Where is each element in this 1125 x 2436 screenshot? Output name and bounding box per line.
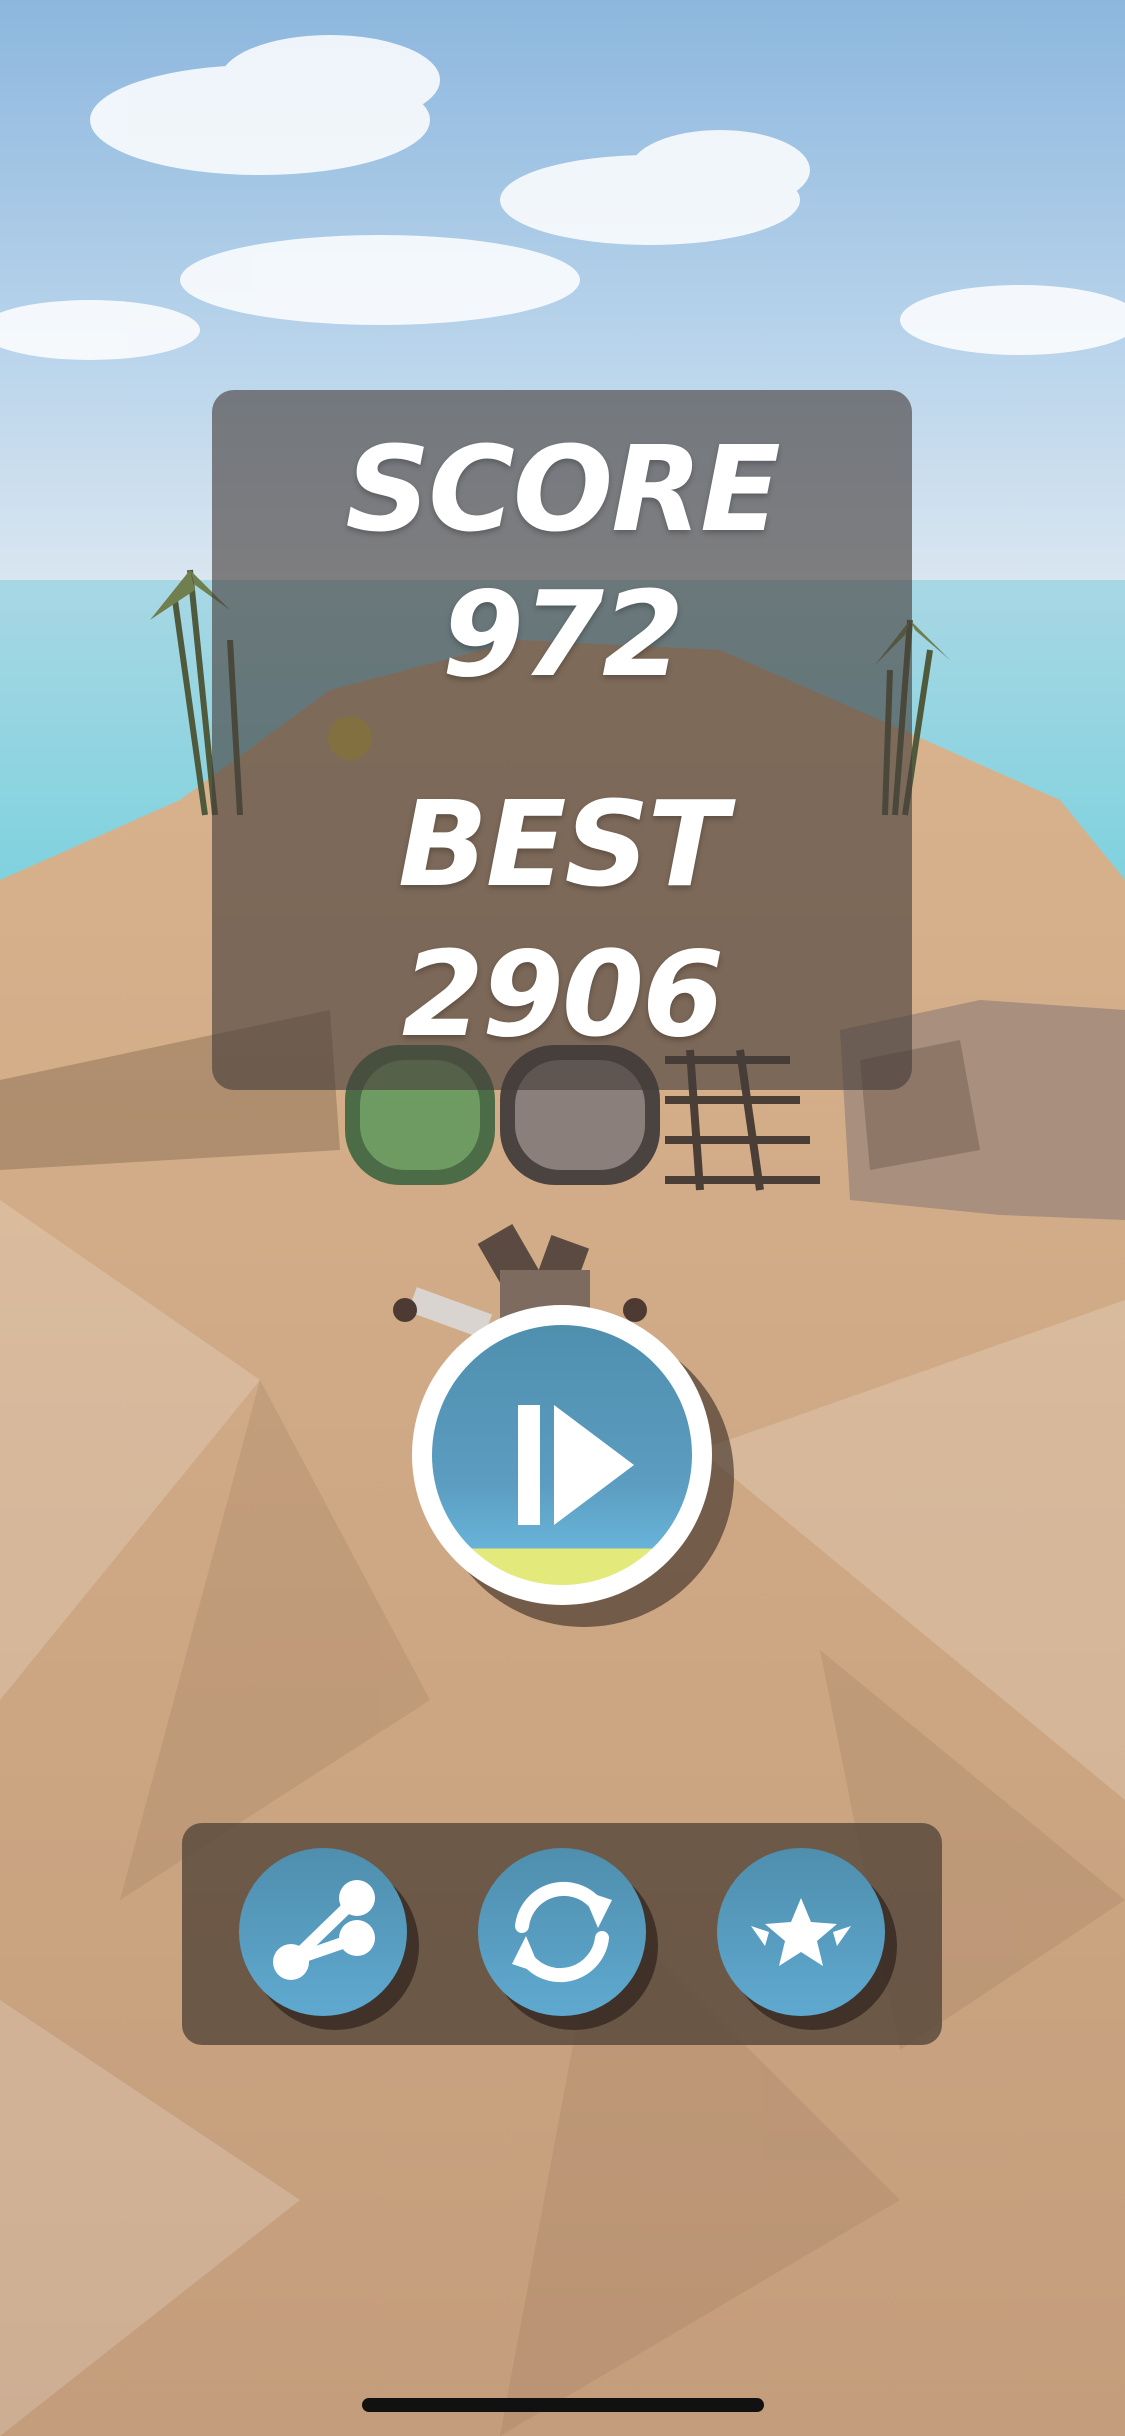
action-button-bar (182, 1823, 942, 2045)
rate-button[interactable] (717, 1848, 897, 2030)
play-button[interactable] (412, 1305, 734, 1627)
beach-scene-background (0, 0, 1125, 2436)
best-value: 2906 (401, 925, 724, 1063)
restart-icon (512, 1881, 612, 1983)
score-label: SCORE (345, 420, 780, 558)
play-icon (518, 1405, 634, 1525)
home-indicator[interactable] (362, 2398, 764, 2412)
share-icon (273, 1880, 375, 1980)
star-icon (751, 1898, 851, 1966)
score-panel: SCORE 972 BEST 2906 (212, 390, 912, 1090)
game-screen: SCORE 972 BEST 2906 (0, 0, 1125, 2436)
play-button-face (432, 1325, 692, 1585)
restart-button[interactable] (478, 1848, 658, 2030)
score-value: 972 (441, 565, 684, 703)
best-label: BEST (397, 775, 728, 913)
share-button[interactable] (239, 1848, 419, 2030)
